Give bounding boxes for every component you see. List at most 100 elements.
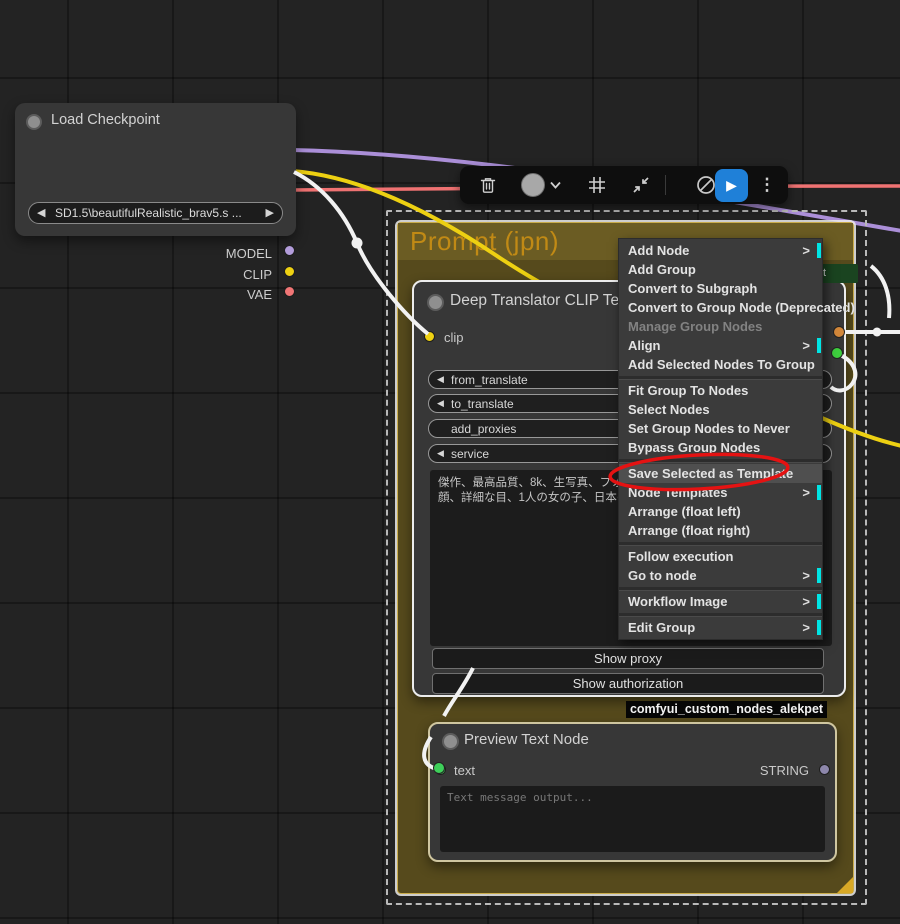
node-preview-text[interactable]: Preview Text Node text STRING Text messa… [428, 722, 837, 862]
combo-prev-icon[interactable]: ◀ [437, 398, 444, 409]
vendor-badge: comfyui_custom_nodes_alekpet [626, 701, 827, 718]
block-icon [695, 174, 717, 196]
menu-item-label: Align [628, 338, 661, 353]
submenu-accent-bar [817, 594, 821, 609]
submenu-accent-bar [817, 568, 821, 583]
node-load-checkpoint[interactable]: Load Checkpoint MODEL CLIP VAE ◀ SD1.5\b… [15, 103, 296, 236]
combo-prev-icon[interactable]: ◀ [437, 374, 444, 385]
queue-circle-icon [521, 173, 545, 197]
wire-arc-upper-right [871, 266, 889, 318]
menu-item-bypass-group-nodes[interactable]: Bypass Group Nodes [619, 438, 822, 457]
ckpt-name-value: SD1.5\beautifulRealistic_brav5.s ... [55, 206, 242, 220]
menu-item-label: Select Nodes [628, 402, 710, 417]
collapse-dot[interactable] [26, 114, 42, 130]
menu-item-label: Add Group [628, 262, 696, 277]
output-label-vae: VAE [247, 287, 272, 302]
trash-icon [479, 176, 497, 194]
graph-toolbar[interactable]: ▶ ⋮ [460, 166, 788, 204]
menu-item-manage-group-nodes: Manage Group Nodes [619, 317, 822, 336]
menu-item-add-selected-nodes-to-group[interactable]: Add Selected Nodes To Group [619, 355, 822, 374]
more-options-button[interactable]: ⋮ [758, 166, 776, 204]
node-title: Deep Translator CLIP Text [450, 292, 631, 310]
frame-all-button[interactable] [586, 166, 608, 204]
chevron-down-icon [550, 181, 561, 189]
menu-item-follow-execution[interactable]: Follow execution [619, 547, 822, 566]
disable-button[interactable] [695, 166, 717, 204]
input-label-text: text [454, 763, 475, 778]
menu-item-label: Save Selected as Template [628, 466, 793, 481]
menu-item-add-group[interactable]: Add Group [619, 260, 822, 279]
output-slot-model[interactable] [284, 245, 295, 256]
menu-separator [619, 587, 822, 590]
menu-item-label: Bypass Group Nodes [628, 440, 760, 455]
input-slot-clip[interactable] [424, 331, 435, 342]
menu-item-edit-group[interactable]: Edit Group > [619, 618, 822, 637]
widget-label: to_translate [451, 397, 514, 411]
submenu-accent-bar [817, 338, 821, 353]
menu-item-label: Workflow Image [628, 594, 727, 609]
collapse-arrows-icon [631, 175, 651, 195]
menu-item-label: Set Group Nodes to Never [628, 421, 790, 436]
submenu-accent-bar [817, 243, 821, 258]
menu-item-node-templates[interactable]: Node Templates > [619, 483, 822, 502]
menu-item-label: Convert to Group Node (Deprecated) [628, 300, 855, 315]
translator-title-badge: t [818, 264, 858, 283]
show-proxy-button[interactable]: Show proxy [432, 648, 824, 669]
submenu-arrow-icon: > [802, 483, 810, 502]
delete-button[interactable] [476, 166, 500, 204]
collapse-dot[interactable] [427, 294, 444, 311]
output-label-string: STRING [760, 763, 809, 778]
menu-item-label: Manage Group Nodes [628, 319, 762, 334]
submenu-arrow-icon: > [802, 592, 810, 611]
menu-item-go-to-node[interactable]: Go to node > [619, 566, 822, 585]
fit-view-button[interactable] [630, 166, 652, 204]
combo-prev-icon[interactable]: ◀ [437, 448, 444, 459]
preview-placeholder: Text message output... [447, 791, 593, 804]
ckpt-name-combo[interactable]: ◀ SD1.5\beautifulRealistic_brav5.s ... ▶ [28, 202, 283, 224]
collapse-dot[interactable] [442, 733, 459, 750]
menu-item-arrange-float-left[interactable]: Arrange (float left) [619, 502, 822, 521]
menu-item-arrange-float-right[interactable]: Arrange (float right) [619, 521, 822, 540]
menu-item-select-nodes[interactable]: Select Nodes [619, 400, 822, 419]
widget-label: from_translate [451, 373, 528, 387]
menu-item-label: Convert to Subgraph [628, 281, 757, 296]
input-label-clip: clip [444, 330, 464, 345]
menu-separator [619, 376, 822, 379]
menu-item-label: Edit Group [628, 620, 695, 635]
menu-item-label: Fit Group To Nodes [628, 383, 748, 398]
preview-textarea[interactable]: Text message output... [440, 786, 825, 852]
menu-item-label: Add Selected Nodes To Group [628, 357, 815, 372]
reroute-dot[interactable] [352, 238, 363, 249]
output-slot-clip[interactable] [284, 266, 295, 277]
output-slot-string[interactable] [819, 764, 830, 775]
node-title: Preview Text Node [464, 731, 589, 748]
queue-status-button[interactable] [520, 166, 546, 204]
submenu-arrow-icon: > [802, 241, 810, 260]
menu-item-set-group-nodes-to-never[interactable]: Set Group Nodes to Never [619, 419, 822, 438]
menu-item-align[interactable]: Align > [619, 336, 822, 355]
run-button[interactable]: ▶ [715, 169, 748, 202]
menu-item-workflow-image[interactable]: Workflow Image > [619, 592, 822, 611]
combo-next-icon[interactable]: ▶ [266, 206, 274, 219]
menu-item-convert-to-subgraph[interactable]: Convert to Subgraph [619, 279, 822, 298]
input-slot-text[interactable] [435, 764, 446, 775]
menu-item-convert-to-group-node[interactable]: Convert to Group Node (Deprecated) [619, 298, 822, 317]
group-resize-handle[interactable] [837, 877, 853, 893]
menu-item-add-node[interactable]: Add Node > [619, 241, 822, 260]
menu-item-fit-group-to-nodes[interactable]: Fit Group To Nodes [619, 381, 822, 400]
context-menu[interactable]: Add Node > Add Group Convert to Subgraph… [618, 238, 823, 640]
queue-dropdown-button[interactable] [548, 166, 562, 204]
submenu-accent-bar [817, 485, 821, 500]
menu-item-label: Arrange (float right) [628, 523, 750, 538]
frame-icon [588, 176, 606, 194]
menu-item-label: Node Templates [628, 485, 727, 500]
menu-separator [619, 459, 822, 462]
output-slot-vae[interactable] [284, 286, 295, 297]
combo-prev-icon[interactable]: ◀ [37, 206, 45, 219]
node-graph-canvas[interactable]: Prompt (jpn) Load Checkpoint MODEL CLIP … [0, 0, 900, 924]
show-authorization-button[interactable]: Show authorization [432, 673, 824, 694]
menu-separator [619, 613, 822, 616]
menu-item-save-selected-as-template[interactable]: Save Selected as Template [619, 464, 822, 483]
toolbar-divider [665, 175, 666, 195]
submenu-accent-bar [817, 620, 821, 635]
